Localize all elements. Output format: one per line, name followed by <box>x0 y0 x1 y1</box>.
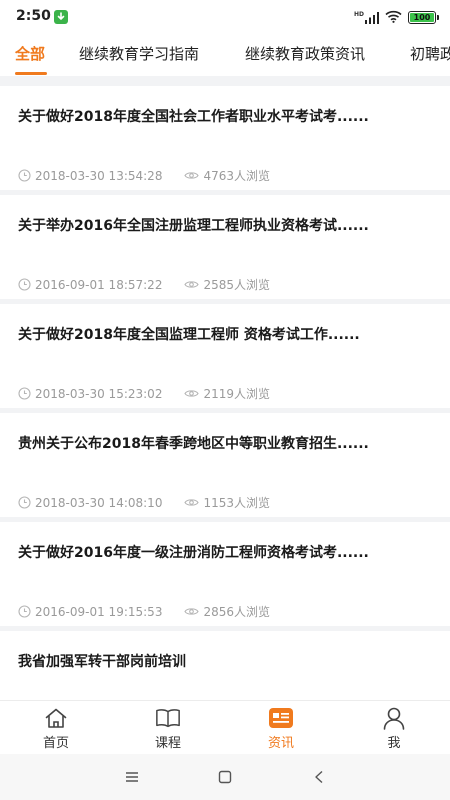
nav-course[interactable]: 课程 <box>112 701 224 755</box>
home-square-icon[interactable] <box>216 768 234 786</box>
nav-news-label: 资讯 <box>267 736 294 751</box>
tab-initial-appointment[interactable]: 初聘政 <box>410 43 450 64</box>
clock-icon <box>18 496 31 509</box>
article-title: 贵州关于公布2018年春季跨地区中等职业教育招生...... <box>18 436 369 452</box>
eye-icon <box>184 172 200 179</box>
signal-icon: HD <box>353 10 379 24</box>
tab-policy-news[interactable]: 继续教育政策资讯 <box>245 43 365 64</box>
article-views: 2856人浏览 <box>203 605 270 619</box>
nav-home-label: 首页 <box>42 736 69 751</box>
wifi-icon <box>385 8 402 27</box>
article-title: 关于做好2016年度一级注册消防工程师资格考试考...... <box>18 545 369 561</box>
status-icons: HD 100 <box>353 8 439 27</box>
article-time: 2018-03-30 13:54:28 <box>35 168 163 183</box>
article-views: 4763人浏览 <box>203 169 270 183</box>
status-bar: 2:50 HD 100 <box>0 0 450 34</box>
clock-icon <box>18 387 31 400</box>
download-icon <box>54 10 68 24</box>
article-meta: 2018-03-30 13:54:28 4763人浏览 <box>18 167 270 184</box>
article-time: 2018-03-30 15:23:02 <box>35 386 163 401</box>
eye-icon <box>184 608 200 615</box>
list-item[interactable]: 我省加强军转干部岗前培训 <box>0 631 450 700</box>
article-time: 2016-09-01 19:15:53 <box>35 604 163 619</box>
active-tab-indicator <box>15 72 47 75</box>
nav-me-label: 我 <box>387 736 401 751</box>
battery-icon: 100 <box>408 11 439 24</box>
list-item[interactable]: 关于做好2018年度全国监理工程师 资格考试工作...... 2018-03-3… <box>0 304 450 408</box>
article-title: 我省加强军转干部岗前培训 <box>18 654 186 670</box>
article-views: 2585人浏览 <box>203 278 270 292</box>
article-time: 2016-09-01 18:57:22 <box>35 277 163 292</box>
book-icon <box>155 706 181 730</box>
tab-study-guide[interactable]: 继续教育学习指南 <box>79 43 199 64</box>
back-icon[interactable] <box>310 768 328 786</box>
clock-icon <box>18 605 31 618</box>
clock-icon <box>18 278 31 291</box>
nav-course-label: 课程 <box>154 736 181 751</box>
article-title: 关于做好2018年度全国监理工程师 资格考试工作...... <box>18 327 360 343</box>
menu-icon[interactable] <box>123 768 141 786</box>
article-meta: 2016-09-01 19:15:53 2856人浏览 <box>18 603 270 620</box>
article-title: 关于举办2016年全国注册监理工程师执业资格考试...... <box>18 218 369 234</box>
article-meta: 2016-09-01 18:57:22 2585人浏览 <box>18 276 270 293</box>
article-time: 2018-03-30 14:08:10 <box>35 495 163 510</box>
signal-label: HD <box>353 10 364 18</box>
news-icon <box>268 706 294 730</box>
nav-home[interactable]: 首页 <box>0 701 112 755</box>
nav-me[interactable]: 我 <box>338 701 450 755</box>
list-item[interactable]: 关于做好2018年度全国社会工作者职业水平考试考...... 2018-03-3… <box>0 86 450 190</box>
user-icon <box>381 706 407 730</box>
article-title: 关于做好2018年度全国社会工作者职业水平考试考...... <box>18 109 369 125</box>
eye-icon <box>184 499 200 506</box>
system-nav-bar <box>0 754 450 800</box>
list-item[interactable]: 关于做好2016年度一级注册消防工程师资格考试考...... 2016-09-0… <box>0 522 450 626</box>
eye-icon <box>184 281 200 288</box>
eye-icon <box>184 390 200 397</box>
home-icon <box>43 706 69 730</box>
status-time: 2:50 <box>16 8 51 24</box>
article-list: 关于做好2018年度全国社会工作者职业水平考试考...... 2018-03-3… <box>0 76 450 700</box>
bottom-nav: 首页 课程 资讯 我 <box>0 700 450 754</box>
tab-all[interactable]: 全部 <box>15 43 45 64</box>
article-views: 1153人浏览 <box>203 496 270 510</box>
article-meta: 2018-03-30 15:23:02 2119人浏览 <box>18 385 270 402</box>
clock-icon <box>18 169 31 182</box>
article-meta: 2018-03-30 14:08:10 1153人浏览 <box>18 494 270 511</box>
list-item[interactable]: 关于举办2016年全国注册监理工程师执业资格考试...... 2016-09-0… <box>0 195 450 299</box>
battery-level: 100 <box>413 13 431 22</box>
category-tabs: 全部 继续教育学习指南 继续教育政策资讯 初聘政 <box>0 34 450 76</box>
article-views: 2119人浏览 <box>203 387 270 401</box>
list-item[interactable]: 贵州关于公布2018年春季跨地区中等职业教育招生...... 2018-03-3… <box>0 413 450 517</box>
nav-news[interactable]: 资讯 <box>225 701 337 755</box>
